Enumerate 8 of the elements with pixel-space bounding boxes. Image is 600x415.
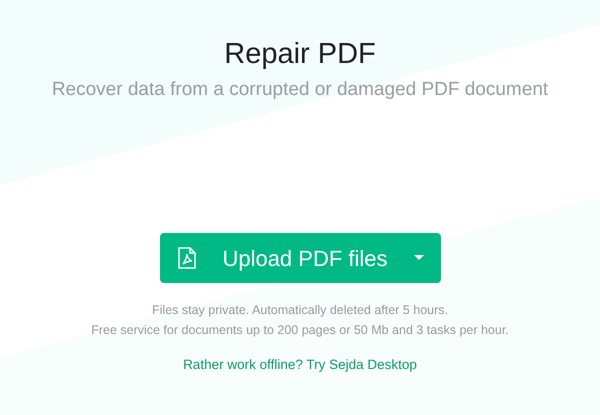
- info-text: Files stay private. Automatically deleted after 5 hours.: [152, 302, 448, 319]
- page-title: Repair PDF: [224, 37, 376, 72]
- pdf-file-icon: [176, 247, 196, 269]
- upload-button[interactable]: Upload PDF files: [160, 233, 440, 283]
- page-subtitle: Recover data from a corrupted or damaged PDF document: [52, 78, 548, 102]
- info-text: Free service for documents up to 200 pages or 50 Mb and 3 tasks per hour.: [91, 322, 509, 339]
- caret-icon: [414, 255, 424, 261]
- desktop-link[interactable]: Rather work offline? Try Sejda Desktop: [183, 355, 417, 376]
